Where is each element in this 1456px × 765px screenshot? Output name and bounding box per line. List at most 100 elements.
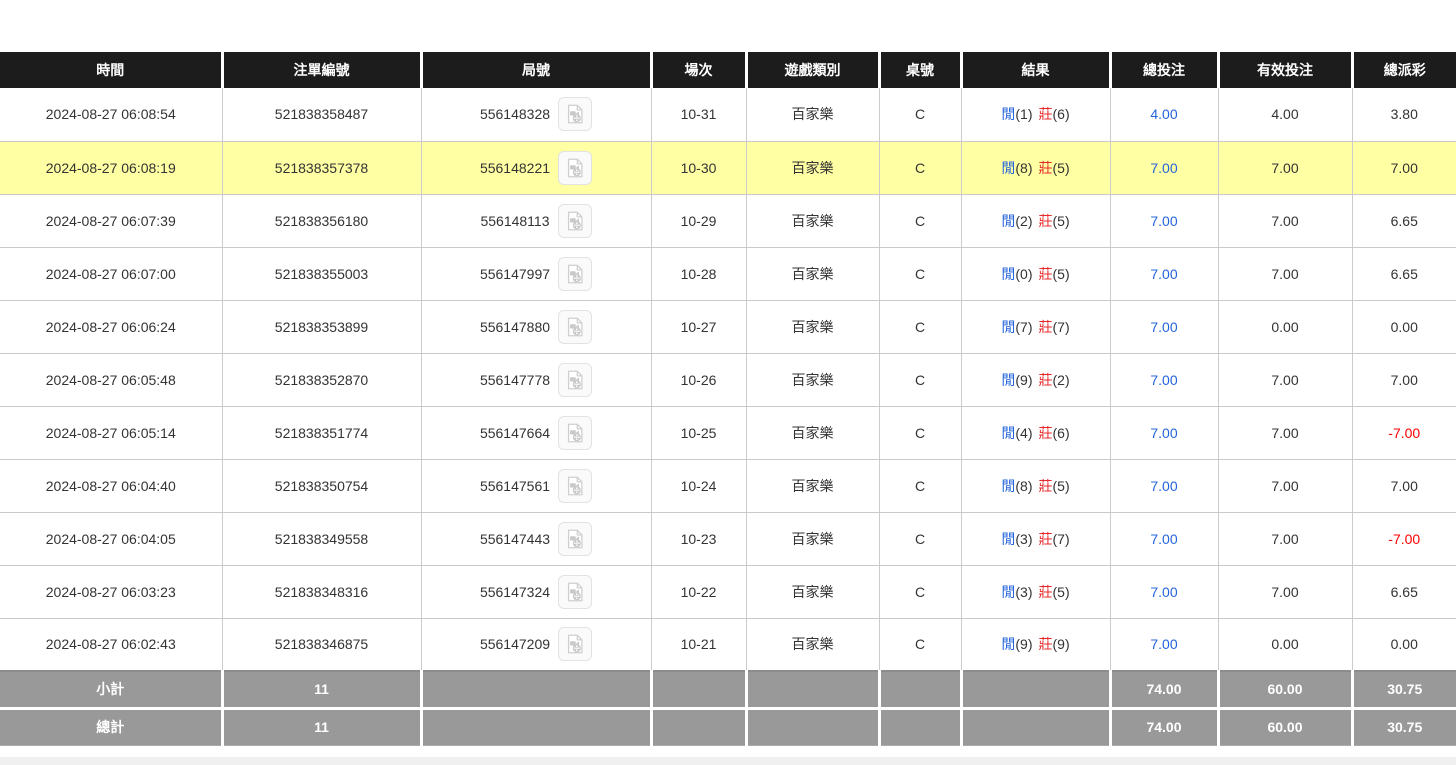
game-type-cell: 百家樂 [746,247,879,300]
result-cell: 閒(8)莊(5) [961,141,1110,194]
total-payout-cell: 0.00 [1352,618,1456,671]
grand-total-total-payout: 30.75 [1352,708,1456,745]
total-bet-link[interactable]: 7.00 [1110,565,1218,618]
banker-result-label: 莊 [1039,531,1053,547]
result-cell: 閒(9)莊(2) [961,353,1110,406]
video-file-icon [564,263,586,285]
session-cell: 10-22 [651,565,746,618]
banker-result-points: (5) [1053,160,1070,176]
table-row: 2024-08-27 06:05:14 521838351774 5561476… [0,406,1456,459]
bet-id-cell: 521838356180 [222,194,421,247]
footer-empty-cell [961,671,1110,708]
total-bet-link[interactable]: 7.00 [1110,194,1218,247]
banker-result-points: (5) [1053,584,1070,600]
banker-result-points: (9) [1053,636,1070,652]
subtotal-total-payout: 30.75 [1352,671,1456,708]
footer-empty-cell [651,708,746,745]
game-type-cell: 百家樂 [746,565,879,618]
video-replay-button[interactable] [558,416,592,450]
time-cell: 2024-08-27 06:05:14 [0,406,222,459]
subtotal-label: 小計 [0,671,222,708]
time-cell: 2024-08-27 06:02:43 [0,618,222,671]
time-cell: 2024-08-27 06:08:54 [0,88,222,141]
round-cell: 556147443 [421,512,651,565]
column-header-session: 場次 [651,52,746,88]
valid-bet-cell: 4.00 [1218,88,1352,141]
round-number: 556147324 [480,584,550,600]
column-header-table-no: 桌號 [879,52,961,88]
footer-empty-cell [746,708,879,745]
player-result-points: (1) [1015,106,1032,122]
round-cell: 556148113 [421,194,651,247]
player-result-points: (3) [1015,584,1032,600]
total-bet-link[interactable]: 7.00 [1110,406,1218,459]
table-no-cell: C [879,141,961,194]
result-cell: 閒(3)莊(5) [961,565,1110,618]
video-file-icon [564,633,586,655]
video-replay-button[interactable] [558,522,592,556]
header-row: 時間 注單編號 局號 場次 遊戲類別 桌號 結果 總投注 有效投注 總派彩 [0,52,1456,88]
total-bet-link[interactable]: 7.00 [1110,300,1218,353]
video-file-icon [564,369,586,391]
table-row: 2024-08-27 06:04:40 521838350754 5561475… [0,459,1456,512]
video-replay-button[interactable] [558,97,592,131]
total-bet-link[interactable]: 7.00 [1110,618,1218,671]
footer-empty-cell [421,708,651,745]
player-result-label: 閒 [1001,372,1015,388]
player-result-points: (4) [1015,425,1032,441]
total-payout-cell: -7.00 [1352,512,1456,565]
round-cell: 556147324 [421,565,651,618]
video-replay-button[interactable] [558,469,592,503]
valid-bet-cell: 7.00 [1218,512,1352,565]
player-result-points: (0) [1015,266,1032,282]
round-number: 556147561 [480,478,550,494]
video-replay-button[interactable] [558,627,592,661]
player-result-label: 閒 [1001,213,1015,229]
valid-bet-cell: 7.00 [1218,141,1352,194]
total-bet-link[interactable]: 4.00 [1110,88,1218,141]
player-result-points: (8) [1015,160,1032,176]
game-type-cell: 百家樂 [746,141,879,194]
table-row: 2024-08-27 06:07:00 521838355003 5561479… [0,247,1456,300]
banker-result-points: (5) [1053,266,1070,282]
video-file-icon [564,157,586,179]
table-no-cell: C [879,300,961,353]
banker-result-label: 莊 [1039,372,1053,388]
footer-empty-cell [961,708,1110,745]
video-replay-button[interactable] [558,575,592,609]
total-payout-cell: 6.65 [1352,247,1456,300]
video-replay-button[interactable] [558,257,592,291]
banker-result-points: (7) [1053,319,1070,335]
total-bet-link[interactable]: 7.00 [1110,459,1218,512]
total-bet-link[interactable]: 7.00 [1110,247,1218,300]
result-cell: 閒(3)莊(7) [961,512,1110,565]
total-bet-link[interactable]: 7.00 [1110,512,1218,565]
player-result-points: (9) [1015,636,1032,652]
video-replay-button[interactable] [558,363,592,397]
result-cell: 閒(8)莊(5) [961,459,1110,512]
time-cell: 2024-08-27 06:04:40 [0,459,222,512]
total-bet-link[interactable]: 7.00 [1110,353,1218,406]
table-row: 2024-08-27 06:08:54 521838358487 5561483… [0,88,1456,141]
player-result-label: 閒 [1001,266,1015,282]
round-number: 556147997 [480,266,550,282]
banker-result-label: 莊 [1039,319,1053,335]
video-replay-button[interactable] [558,310,592,344]
time-cell: 2024-08-27 06:07:00 [0,247,222,300]
valid-bet-cell: 7.00 [1218,459,1352,512]
video-replay-button[interactable] [558,204,592,238]
footer-empty-cell [421,671,651,708]
valid-bet-cell: 7.00 [1218,353,1352,406]
column-header-result: 結果 [961,52,1110,88]
round-cell: 556147997 [421,247,651,300]
session-cell: 10-24 [651,459,746,512]
player-result-points: (9) [1015,372,1032,388]
column-header-total-payout: 總派彩 [1352,52,1456,88]
total-bet-link[interactable]: 7.00 [1110,141,1218,194]
round-number: 556147443 [480,531,550,547]
valid-bet-cell: 0.00 [1218,300,1352,353]
video-file-icon [564,528,586,550]
session-cell: 10-23 [651,512,746,565]
video-replay-button[interactable] [558,151,592,185]
video-file-icon [564,103,586,125]
